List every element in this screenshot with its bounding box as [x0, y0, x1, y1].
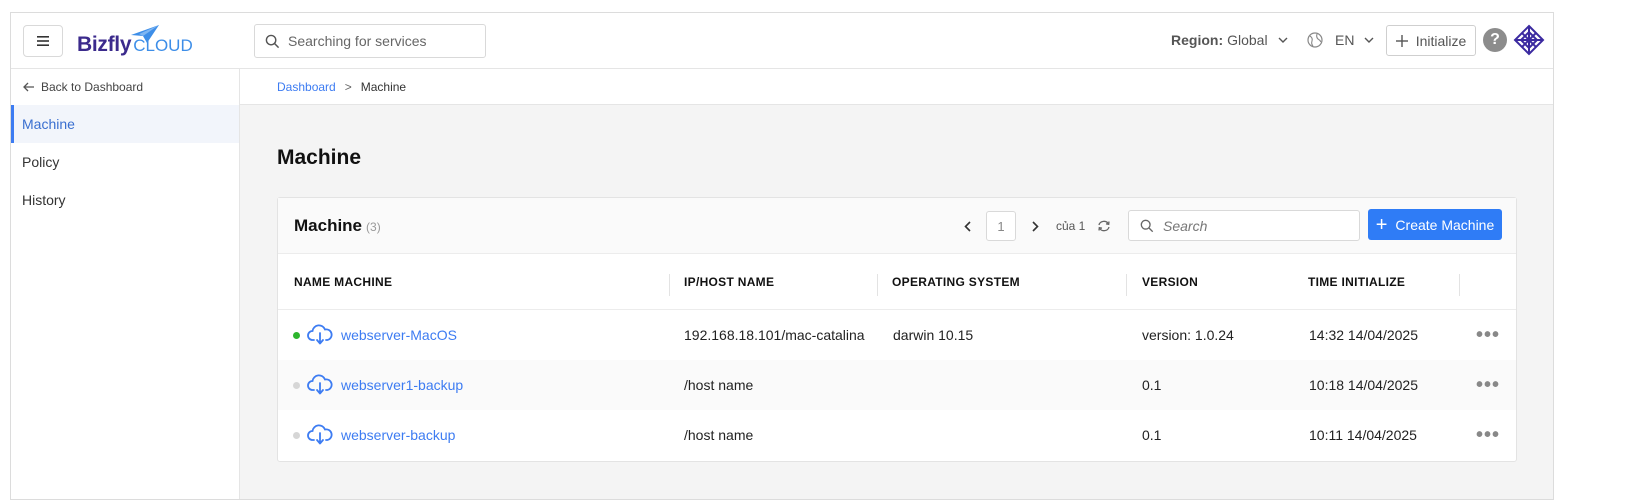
table-row[interactable]: webserver-backup /host name 0.1 10:11 14…	[278, 410, 1516, 460]
language-value: EN	[1335, 32, 1355, 48]
page-number-input[interactable]	[986, 211, 1016, 241]
region-selector[interactable]: Region: Global	[1171, 32, 1288, 48]
arrow-left-icon	[23, 82, 34, 92]
back-label: Back to Dashboard	[41, 80, 144, 94]
more-horizontal-icon[interactable]: •••	[1476, 360, 1500, 410]
column-divider	[877, 274, 878, 296]
prev-page-button[interactable]	[956, 211, 978, 241]
bizfly-logo[interactable]: Bizfly CLOUD	[77, 25, 193, 57]
language-selector[interactable]: EN	[1307, 32, 1374, 48]
machine-name-link[interactable]: webserver-backup	[341, 427, 455, 443]
plus-icon	[1395, 34, 1408, 47]
cloud-sync-icon	[307, 424, 333, 445]
page-total: của 1	[1056, 219, 1086, 233]
version-cell: 0.1	[1142, 427, 1162, 443]
table-header: NAME MACHINE IP/HOST NAME OPERATING SYST…	[278, 254, 1516, 310]
host-cell: /host name	[684, 427, 754, 443]
name-cell: webserver1-backup	[293, 360, 463, 410]
sidebar-item-policy[interactable]: Policy	[11, 143, 239, 181]
column-header-os[interactable]: OPERATING SYSTEM	[892, 254, 1020, 310]
refresh-button[interactable]	[1097, 220, 1111, 232]
sidebar-item-history[interactable]: History	[11, 181, 239, 219]
avatar[interactable]	[1513, 24, 1545, 56]
machine-name-link[interactable]: webserver1-backup	[341, 377, 463, 393]
time-cell: 14:32 14/04/2025	[1309, 327, 1418, 343]
status-offline-dot	[293, 431, 300, 439]
initialize-button[interactable]: Initialize	[1386, 25, 1476, 56]
table-row[interactable]: webserver-MacOS 192.168.18.101/mac-catal…	[278, 310, 1516, 360]
card-title: Machine (3)	[294, 216, 381, 236]
chevron-right-icon	[1031, 220, 1039, 232]
host-cell: /host name	[684, 377, 754, 393]
page-title: Machine	[277, 146, 362, 169]
region-label: Region:	[1171, 32, 1224, 48]
column-header-name[interactable]: NAME MACHINE	[294, 254, 392, 310]
top-header: Bizfly CLOUD Region: Global	[11, 13, 1553, 69]
pagination: của 1	[956, 211, 1111, 241]
more-horizontal-icon[interactable]: •••	[1476, 310, 1500, 360]
search-icon	[265, 34, 280, 48]
column-divider	[1459, 274, 1460, 296]
service-search-input[interactable]	[288, 33, 468, 49]
column-divider	[1126, 274, 1127, 296]
column-divider	[669, 274, 670, 296]
time-cell: 10:11 14/04/2025	[1309, 427, 1417, 443]
chevron-left-icon	[963, 220, 971, 232]
version-cell: version: 1.0.24	[1142, 327, 1234, 343]
breadcrumb-separator: >	[344, 79, 352, 94]
chevron-down-icon	[1278, 37, 1288, 43]
refresh-icon	[1098, 220, 1111, 232]
next-page-button[interactable]	[1024, 211, 1046, 241]
column-header-host[interactable]: IP/HOST NAME	[684, 254, 774, 310]
create-machine-label: Create Machine	[1395, 216, 1495, 233]
machine-card: Machine(3) của 1	[277, 197, 1517, 462]
create-machine-button[interactable]: + Create Machine	[1368, 209, 1502, 240]
os-cell: darwin 10.15	[893, 327, 974, 343]
sidebar-item-machine[interactable]: Machine	[11, 105, 239, 143]
card-header: Machine(3) của 1	[278, 198, 1516, 254]
machine-search-box[interactable]	[1128, 210, 1360, 241]
machine-search-input[interactable]	[1163, 217, 1353, 234]
cloud-sync-icon	[307, 324, 333, 345]
breadcrumb: Dashboard > Machine	[240, 69, 1553, 105]
more-horizontal-icon[interactable]: •••	[1476, 410, 1500, 460]
machine-name-link[interactable]: webserver-MacOS	[341, 327, 457, 343]
back-to-dashboard-link[interactable]: Back to Dashboard	[11, 69, 239, 105]
breadcrumb-dashboard[interactable]: Dashboard	[277, 80, 336, 94]
app-window: Bizfly CLOUD Region: Global	[10, 12, 1554, 500]
name-cell: webserver-backup	[293, 410, 455, 460]
card-title-text: Machine	[294, 216, 363, 235]
name-cell: webserver-MacOS	[293, 310, 457, 360]
table-row[interactable]: webserver1-backup /host name 0.1 10:18 1…	[278, 360, 1516, 410]
globe-icon	[1307, 32, 1323, 48]
help-icon[interactable]: ?	[1483, 28, 1507, 52]
service-search-box[interactable]	[254, 24, 486, 58]
initialize-label: Initialize	[1415, 32, 1467, 49]
host-cell: 192.168.18.101/mac-catalina	[684, 327, 865, 343]
logo-main-text: Bizfly	[77, 33, 132, 56]
cloud-sync-icon	[307, 374, 333, 395]
region-value: Global	[1227, 32, 1268, 48]
search-icon	[1140, 219, 1154, 232]
status-offline-dot	[293, 381, 300, 389]
version-cell: 0.1	[1142, 377, 1162, 393]
sidebar: Back to Dashboard Machine Policy History	[11, 69, 240, 499]
column-header-time[interactable]: TIME INITIALIZE	[1308, 254, 1405, 310]
chevron-down-icon	[1364, 37, 1374, 43]
menu-button[interactable]	[23, 25, 63, 57]
paper-plane-icon	[131, 25, 159, 43]
hamburger-icon	[37, 36, 49, 46]
machine-count: (3)	[366, 220, 381, 234]
breadcrumb-current: Machine	[360, 79, 407, 94]
time-cell: 10:18 14/04/2025	[1309, 377, 1418, 393]
plus-icon: +	[1375, 213, 1388, 236]
column-header-version[interactable]: VERSION	[1142, 254, 1198, 310]
status-online-dot	[293, 331, 300, 339]
